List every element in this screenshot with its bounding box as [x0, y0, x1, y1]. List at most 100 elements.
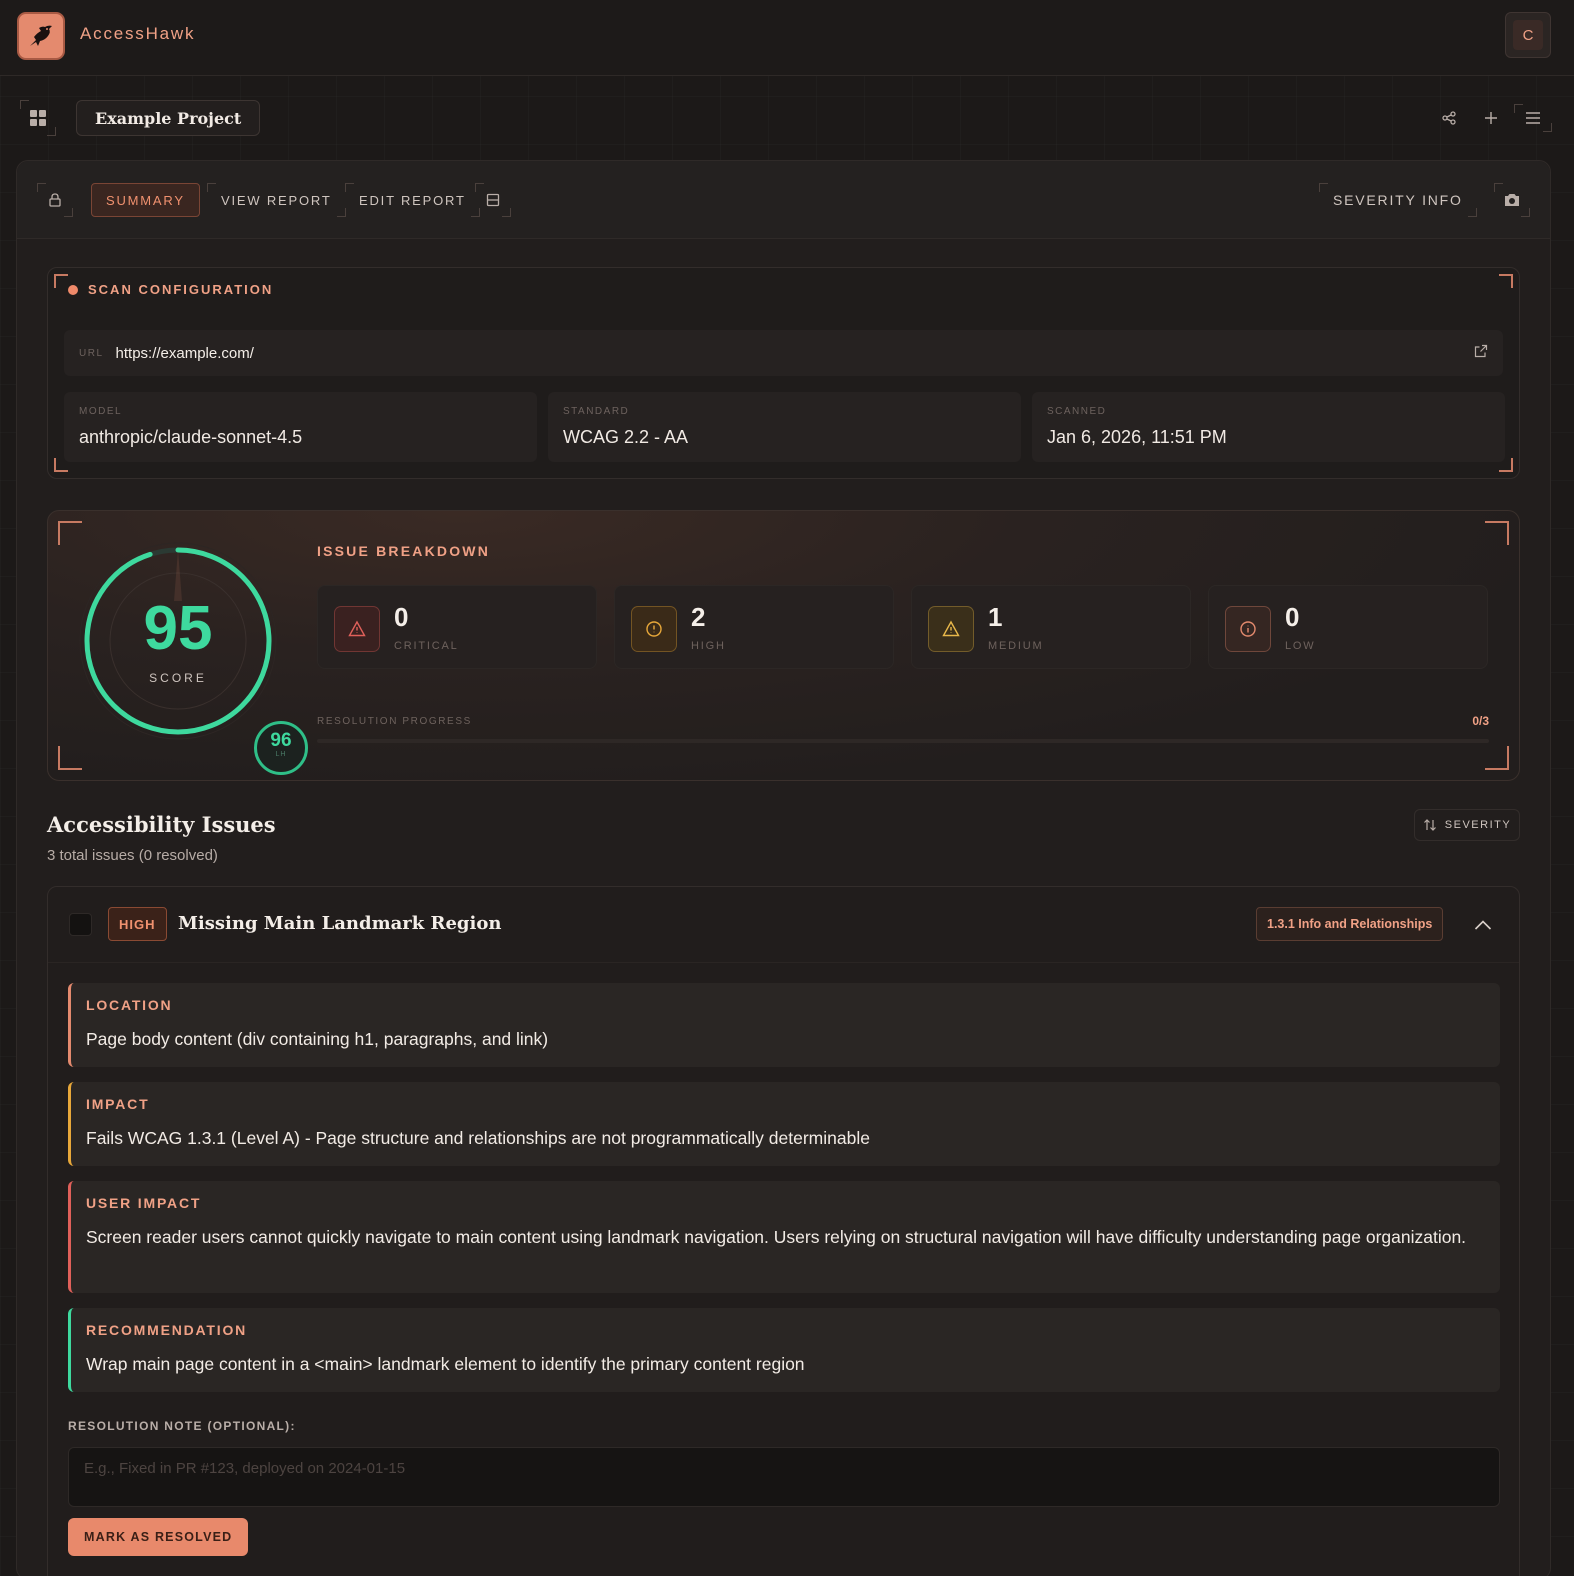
url-value[interactable]: https://example.com/: [116, 345, 254, 362]
share-icon: [1442, 111, 1456, 125]
severity-high: 2 HIGH: [614, 585, 894, 669]
wcag-criterion-badge[interactable]: 1.3.1 Info and Relationships: [1256, 907, 1444, 941]
low-icon-box: [1225, 606, 1271, 652]
recommendation-text: Wrap main page content in a <main> landm…: [86, 1354, 805, 1374]
sort-severity-button[interactable]: SEVERITY: [1414, 809, 1520, 841]
score-gauge: 95 SCORE 96 LH: [78, 541, 308, 775]
scan-configuration-card: SCAN CONFIGURATION URL https://example.c…: [47, 267, 1520, 479]
hamburger-icon: [1526, 112, 1540, 124]
issue-breakdown-title: ISSUE BREAKDOWN: [317, 543, 491, 559]
report-tabbar: SUMMARY VIEW REPORT EDIT REPORT SEVERITY…: [17, 161, 1550, 239]
low-label: LOW: [1285, 640, 1316, 652]
sort-icon: [1423, 819, 1436, 831]
lighthouse-badge: 96 LH: [254, 721, 308, 775]
project-actions: [1430, 104, 1552, 132]
impact-block: IMPACT Fails WCAG 1.3.1 (Level A) - Page…: [68, 1082, 1500, 1166]
alert-triangle-icon: [942, 620, 960, 637]
open-url-button[interactable]: [1474, 344, 1488, 363]
standard-box: STANDARD WCAG 2.2 - AA: [548, 392, 1021, 462]
score-card: 95 SCORE 96 LH ISSUE BREAKDOWN 0 CRITICA…: [47, 510, 1520, 781]
add-button[interactable]: [1472, 104, 1510, 132]
model-label: MODEL: [79, 406, 123, 417]
corner-bracket: [54, 274, 68, 288]
critical-icon-box: [334, 606, 380, 652]
sort-label: SEVERITY: [1444, 819, 1512, 831]
top-bar: AccessHawk C: [0, 0, 1574, 76]
grid-icon: [30, 110, 46, 126]
severity-medium: 1 MEDIUM: [911, 585, 1191, 669]
url-row: URL https://example.com/: [64, 330, 1503, 376]
corner-bracket: [58, 746, 82, 770]
user-impact-text: Screen reader users cannot quickly navig…: [86, 1227, 1467, 1247]
collapse-button[interactable]: [1471, 913, 1495, 937]
medium-label: MEDIUM: [988, 640, 1044, 652]
screenshot-button[interactable]: [1494, 183, 1530, 217]
info-icon: [1240, 621, 1256, 637]
score-label: SCORE: [149, 671, 207, 685]
mark-as-resolved-button[interactable]: MARK AS RESOLVED: [68, 1518, 249, 1556]
user-impact-label: USER IMPACT: [86, 1195, 202, 1211]
hawk-icon: [30, 25, 52, 46]
standard-value: WCAG 2.2 - AA: [563, 427, 689, 447]
severity-low: 0 LOW: [1208, 585, 1488, 669]
alert-triangle-icon: [348, 620, 366, 637]
scanned-label: SCANNED: [1047, 406, 1107, 417]
critical-count: 0: [394, 602, 409, 632]
corner-bracket: [1485, 746, 1509, 770]
recommendation-block: RECOMMENDATION Wrap main page content in…: [68, 1308, 1500, 1392]
scan-config-header: SCAN CONFIGURATION: [68, 282, 273, 297]
issue-header[interactable]: HIGH Missing Main Landmark Region 1.3.1 …: [48, 887, 1519, 963]
high-icon-box: [631, 606, 677, 652]
critical-label: CRITICAL: [394, 640, 459, 652]
scan-config-title: SCAN CONFIGURATION: [88, 282, 274, 297]
resolution-note-input[interactable]: [68, 1447, 1500, 1507]
resolution-note-label: RESOLUTION NOTE (OPTIONAL):: [68, 1419, 296, 1433]
app-logo[interactable]: [17, 12, 65, 60]
location-text: Page body content (div containing h1, pa…: [86, 1029, 549, 1049]
menu-button[interactable]: [1514, 104, 1552, 132]
user-impact-block: USER IMPACT Screen reader users cannot q…: [68, 1181, 1500, 1293]
issue-title: Missing Main Landmark Region: [178, 913, 502, 934]
url-label: URL: [79, 347, 104, 359]
severity-badge: HIGH: [108, 907, 167, 941]
severity-critical: 0 CRITICAL: [317, 585, 597, 669]
issues-title: Accessibility Issues: [47, 812, 276, 837]
location-block: LOCATION Page body content (div containi…: [68, 983, 1500, 1067]
score-value: 95: [143, 594, 213, 663]
tab-edit-report[interactable]: EDIT REPORT: [345, 183, 480, 217]
report-panel: SUMMARY VIEW REPORT EDIT REPORT SEVERITY…: [16, 160, 1551, 1576]
status-dot: [68, 284, 78, 295]
high-label: HIGH: [691, 640, 726, 652]
project-grid-button[interactable]: [20, 100, 56, 136]
layout-icon: [486, 193, 500, 207]
user-avatar[interactable]: C: [1505, 12, 1551, 58]
scanned-box: SCANNED Jan 6, 2026, 11:51 PM: [1032, 392, 1505, 462]
scanned-value: Jan 6, 2026, 11:51 PM: [1047, 427, 1227, 447]
lock-button[interactable]: [37, 183, 73, 217]
tab-summary[interactable]: SUMMARY: [91, 183, 200, 217]
lighthouse-score: 96: [270, 730, 292, 751]
tab-view-report[interactable]: VIEW REPORT: [207, 183, 346, 217]
layout-toggle-button[interactable]: [475, 183, 511, 217]
impact-text: Fails WCAG 1.3.1 (Level A) - Page struct…: [86, 1128, 870, 1148]
app-name: AccessHawk: [80, 24, 196, 43]
resolution-progress-value: 0/3: [1472, 714, 1489, 728]
tab-severity-info[interactable]: SEVERITY INFO: [1319, 183, 1477, 217]
model-box: MODEL anthropic/claude-sonnet-4.5: [64, 392, 537, 462]
project-selector[interactable]: Example Project: [76, 100, 261, 136]
corner-bracket: [1499, 274, 1513, 288]
issue-checkbox[interactable]: [69, 913, 92, 936]
high-count: 2: [691, 602, 706, 632]
location-label: LOCATION: [86, 997, 173, 1013]
recommendation-label: RECOMMENDATION: [86, 1322, 248, 1338]
resolution-progress-bar: [317, 739, 1489, 743]
chevron-up-icon: [1474, 920, 1492, 930]
medium-icon-box: [928, 606, 974, 652]
camera-icon: [1505, 194, 1519, 206]
external-link-icon: [1474, 344, 1488, 357]
plus-icon: [1485, 112, 1497, 124]
medium-count: 1: [988, 602, 1003, 632]
share-button[interactable]: [1430, 104, 1468, 132]
lighthouse-label: LH: [275, 751, 287, 758]
low-count: 0: [1285, 602, 1300, 632]
